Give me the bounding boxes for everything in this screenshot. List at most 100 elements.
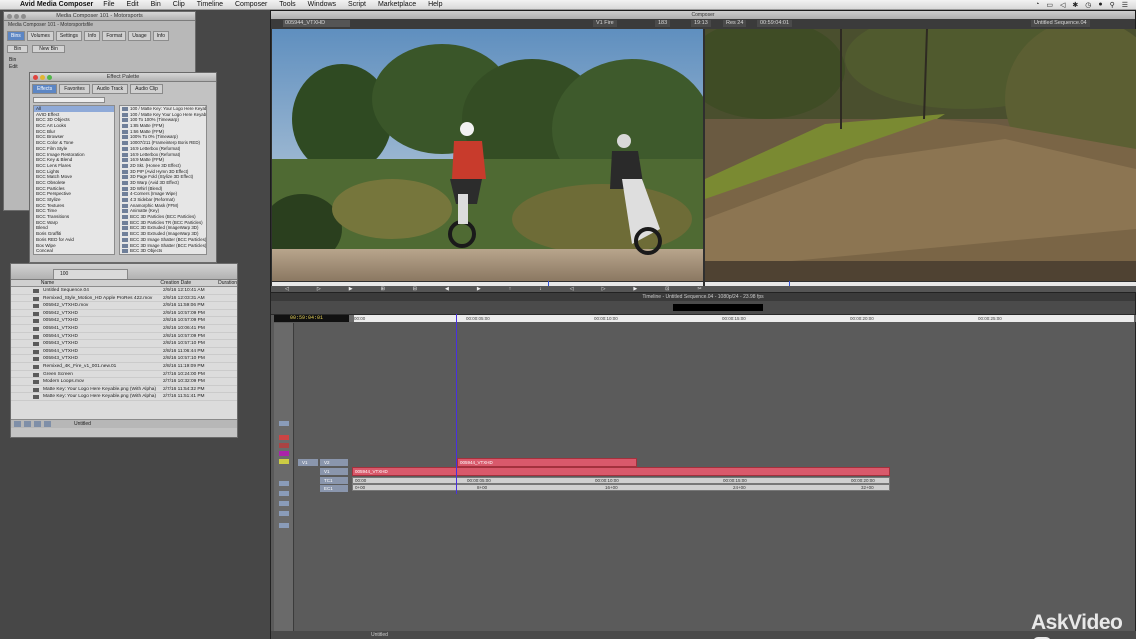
tab-volumes[interactable]: Volumes bbox=[26, 31, 54, 41]
tab-bins[interactable]: Bins bbox=[7, 31, 25, 41]
table-row[interactable]: Remixed_4K_Fire_v1_001.new.01 2/8/16 11:1… bbox=[11, 363, 237, 371]
menu-marketplace[interactable]: Marketplace bbox=[378, 1, 416, 8]
menu-timeline[interactable]: Timeline bbox=[197, 1, 223, 8]
menu-composer[interactable]: Composer bbox=[235, 1, 267, 8]
close-button[interactable] bbox=[33, 75, 38, 80]
table-row[interactable]: Matte Key: Your Logo Here Keyable.png (W… bbox=[11, 393, 237, 401]
clip-v1[interactable]: 005944_VTXHD bbox=[352, 467, 890, 476]
table-row[interactable]: 005943_VTXHD 2/8/16 10:57:10 PM bbox=[11, 340, 237, 348]
table-row[interactable]: Untitled Sequence.04 2/9/16 12:10:41 AM bbox=[11, 287, 237, 295]
tab-effects[interactable]: Effects bbox=[32, 84, 58, 94]
source-monitor[interactable] bbox=[272, 29, 703, 281]
menu-script[interactable]: Script bbox=[348, 1, 366, 8]
project-titlebar[interactable]: Media Composer 101 - Motorsports bbox=[4, 12, 195, 21]
volume-icon[interactable]: ◁ bbox=[1060, 1, 1065, 9]
minimize-button[interactable] bbox=[40, 75, 45, 80]
tab-settings[interactable]: Settings bbox=[55, 31, 82, 41]
frame-view-icon[interactable] bbox=[34, 421, 41, 427]
effect-item-list[interactable]: 100 / Matte Key: Your Logo Here Keyable … bbox=[119, 105, 207, 255]
record-monitor[interactable] bbox=[705, 29, 1136, 281]
effect-item[interactable]: BCC 3D Objects bbox=[120, 254, 206, 255]
bin-view-label[interactable]: Untitled bbox=[74, 421, 91, 427]
effect-mode-icon[interactable] bbox=[279, 451, 289, 456]
info-duration[interactable]: 19:13 bbox=[691, 20, 711, 27]
info-frames[interactable]: 183 bbox=[655, 20, 671, 27]
battery-icon[interactable]: ▭ bbox=[1046, 1, 1053, 9]
timeline-playhead[interactable] bbox=[456, 314, 457, 494]
table-row[interactable]: 005942_VTXHD.mov 2/9/16 11:59:06 PM bbox=[11, 302, 237, 310]
menu-clip[interactable]: Clip bbox=[173, 1, 185, 8]
clock-icon[interactable]: ◷ bbox=[1085, 1, 1091, 9]
table-row[interactable]: 005942_VTXHD 2/9/16 10:57:09 PM bbox=[11, 310, 237, 318]
brief-view-icon[interactable] bbox=[14, 421, 21, 427]
list-item[interactable]: Edit bbox=[9, 64, 190, 71]
extract-splice-icon[interactable] bbox=[279, 491, 289, 496]
info-res[interactable]: Res 24 bbox=[723, 20, 747, 27]
column-creation-date[interactable]: Creation Date bbox=[160, 280, 218, 286]
source-clip-name[interactable]: 005944_VTXHD bbox=[283, 20, 351, 27]
script-view-icon[interactable] bbox=[44, 421, 51, 427]
record-sequence-name[interactable]: Untitled Sequence.04 bbox=[1031, 20, 1090, 27]
menu-edit[interactable]: Edit bbox=[127, 1, 139, 8]
record-track-icon[interactable] bbox=[279, 435, 289, 440]
table-row[interactable]: 005944_VTXHD 2/8/16 11:06:44 PM bbox=[11, 348, 237, 356]
segment-mode-icon[interactable] bbox=[279, 459, 289, 464]
tab-usage[interactable]: Usage bbox=[128, 31, 151, 41]
menu-bin[interactable]: Bin bbox=[151, 1, 161, 8]
time-scale[interactable]: 00:00 00:00:05:00 00:00:10:00 00:00:15:0… bbox=[354, 315, 1134, 322]
timeline-timecode-display[interactable] bbox=[673, 304, 763, 311]
list-item[interactable]: Bin bbox=[9, 57, 190, 64]
timeline-bottom-bar[interactable]: Untitled bbox=[271, 631, 1136, 639]
app-menu[interactable]: Avid Media Composer bbox=[20, 1, 93, 8]
info-timecode[interactable]: 00:59:04:01 bbox=[757, 20, 793, 27]
menu-help[interactable]: Help bbox=[428, 1, 442, 8]
bin-button[interactable]: Bin bbox=[7, 45, 29, 53]
lift-overwrite-icon[interactable] bbox=[279, 481, 289, 486]
table-row[interactable]: 005942_VTXHD 2/8/16 10:57:09 PM bbox=[11, 317, 237, 325]
table-row[interactable]: Remixed_Style_Motion_HD Apple ProRes 422… bbox=[11, 295, 237, 303]
tc-track[interactable]: 00:00 00:00:05:00 00:00:10:00 00:00:15:0… bbox=[352, 477, 890, 484]
wifi-icon[interactable]: ◔ bbox=[1035, 1, 1039, 8]
master-timecode[interactable]: 00:59:04:01 bbox=[274, 315, 349, 322]
sync-lock-icon[interactable] bbox=[279, 443, 289, 448]
trim-icon[interactable] bbox=[279, 501, 289, 506]
table-row[interactable]: Green Screen 2/7/16 10:24:00 PM bbox=[11, 371, 237, 379]
close-button[interactable] bbox=[7, 14, 12, 19]
column-duration[interactable]: Duration bbox=[218, 280, 237, 286]
ec-track[interactable]: 0+00 8+00 16+00 24+00 32+00 bbox=[352, 484, 890, 491]
text-view-icon[interactable] bbox=[24, 421, 31, 427]
track-v2-header[interactable]: V2 bbox=[320, 459, 348, 466]
new-bin-button[interactable]: New Bin bbox=[32, 45, 65, 53]
minimize-button[interactable] bbox=[14, 14, 19, 19]
table-row[interactable]: Matte Key: Your Logo Here Keyable.png (W… bbox=[11, 386, 237, 394]
track-v2-source-patch[interactable]: V1 bbox=[298, 459, 318, 466]
tab-info-2[interactable]: Info bbox=[152, 31, 169, 41]
effect-palette-titlebar[interactable]: Effect Palette bbox=[30, 73, 216, 82]
tab-audio-track[interactable]: Audio Track bbox=[91, 84, 129, 94]
bin-titlebar[interactable]: 100 bbox=[11, 264, 237, 280]
video-quality-icon[interactable] bbox=[279, 421, 289, 426]
audio-mixer-icon[interactable] bbox=[279, 523, 289, 528]
menu-file[interactable]: File bbox=[103, 1, 114, 8]
info-track[interactable]: V1 Fire bbox=[593, 20, 617, 27]
table-row[interactable]: 005941_VTXHD 2/8/16 10:06:41 PM bbox=[11, 325, 237, 333]
column-name[interactable]: Name bbox=[41, 280, 160, 286]
link-icon[interactable] bbox=[279, 511, 289, 516]
menu-tools[interactable]: Tools bbox=[279, 1, 295, 8]
timeline-ruler[interactable]: 00:59:04:01 00:00 00:00:05:00 00:00:10:0… bbox=[274, 315, 1136, 322]
menu-windows[interactable]: Windows bbox=[308, 1, 336, 8]
track-v1-header[interactable]: V1 bbox=[320, 468, 348, 475]
bin-tab[interactable]: 100 bbox=[53, 269, 128, 279]
table-row[interactable]: 005944_VTXHD 2/8/16 10:57:09 PM bbox=[11, 333, 237, 341]
tab-audio-clip[interactable]: Audio Clip bbox=[130, 84, 163, 94]
track-tc1-header[interactable]: TC1 bbox=[320, 477, 348, 484]
spotlight-icon[interactable]: ⚲ bbox=[1110, 1, 1115, 9]
effect-category-item[interactable]: Edge Wipe bbox=[34, 254, 114, 255]
zoom-button[interactable] bbox=[47, 75, 52, 80]
track-ec-header[interactable]: EC1 bbox=[320, 485, 348, 492]
tab-info[interactable]: Info bbox=[84, 31, 101, 41]
user-icon[interactable]: ● bbox=[1098, 1, 1102, 8]
clip-v2[interactable]: 005944_VTXHD bbox=[457, 458, 637, 467]
notification-icon[interactable]: ☰ bbox=[1122, 1, 1128, 9]
effect-category-list[interactable]: All AVID Effect BCC 3D Objects BCC Art Look… bbox=[33, 105, 115, 255]
